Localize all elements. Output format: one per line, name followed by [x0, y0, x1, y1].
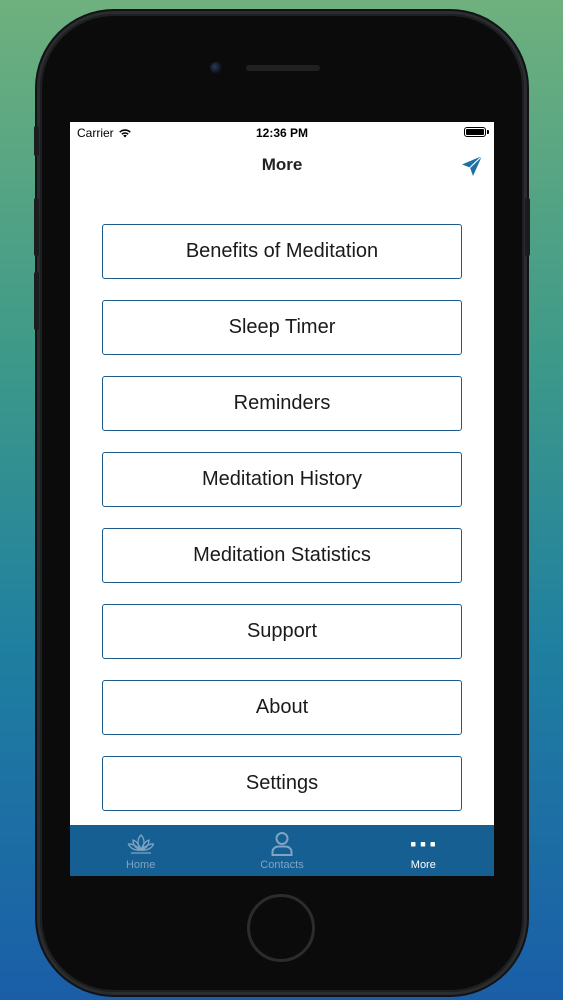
phone-frame: Carrier 12:36 PM More Benefits of Medita… — [34, 14, 530, 992]
earpiece-speaker — [246, 65, 320, 71]
send-icon[interactable] — [460, 154, 484, 178]
app-screen: Carrier 12:36 PM More Benefits of Medita… — [70, 122, 494, 876]
more-dots-icon — [409, 831, 437, 857]
person-icon — [268, 831, 296, 857]
lotus-icon — [127, 831, 155, 857]
status-time: 12:36 PM — [255, 126, 309, 140]
mute-switch — [34, 126, 39, 156]
volume-up-button — [34, 198, 39, 256]
tab-more[interactable]: More — [353, 825, 494, 876]
home-button[interactable] — [247, 894, 315, 962]
tab-contacts[interactable]: Contacts — [211, 825, 352, 876]
status-bar: Carrier 12:36 PM — [70, 122, 494, 142]
benefits-of-meditation-button[interactable]: Benefits of Meditation — [102, 224, 462, 279]
meditation-statistics-button[interactable]: Meditation Statistics — [102, 528, 462, 583]
reminders-button[interactable]: Reminders — [102, 376, 462, 431]
page-title: More — [261, 155, 303, 174]
menu-list: Benefits of Meditation Sleep Timer Remin… — [102, 224, 462, 832]
settings-button[interactable]: Settings — [102, 756, 462, 811]
volume-down-button — [34, 272, 39, 330]
tab-bar: Home Contacts More — [70, 825, 494, 876]
tab-home-label: Home — [125, 859, 156, 871]
tab-more-label: More — [410, 859, 436, 871]
sleep-timer-button[interactable]: Sleep Timer — [102, 300, 462, 355]
navigation-bar: More — [70, 142, 494, 186]
power-button — [525, 198, 530, 256]
support-button[interactable]: Support — [102, 604, 462, 659]
meditation-history-button[interactable]: Meditation History — [102, 452, 462, 507]
tab-contacts-label: Contacts — [260, 859, 304, 871]
battery-icon — [464, 127, 489, 137]
tab-home[interactable]: Home — [70, 825, 211, 876]
about-button[interactable]: About — [102, 680, 462, 735]
front-camera — [210, 62, 222, 74]
